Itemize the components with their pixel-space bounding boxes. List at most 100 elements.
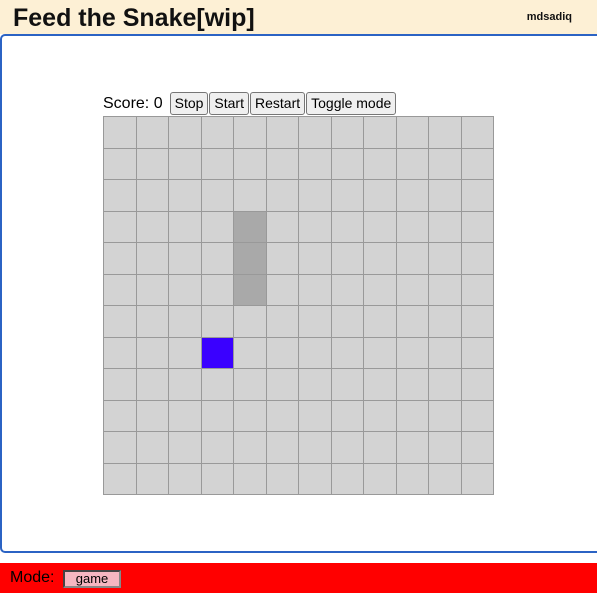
- grid-cell[interactable]: [331, 117, 364, 149]
- grid-cell[interactable]: [104, 369, 137, 401]
- grid-cell[interactable]: [331, 180, 364, 212]
- grid-cell[interactable]: [331, 243, 364, 275]
- grid-cell[interactable]: [136, 211, 169, 243]
- grid-cell[interactable]: [234, 337, 267, 369]
- grid-cell[interactable]: [169, 180, 202, 212]
- grid-cell[interactable]: [136, 274, 169, 306]
- grid-cell[interactable]: [136, 180, 169, 212]
- grid-cell[interactable]: [364, 148, 397, 180]
- grid-cell[interactable]: [201, 369, 234, 401]
- grid-cell[interactable]: [136, 369, 169, 401]
- grid-cell[interactable]: [396, 306, 429, 338]
- grid-cell[interactable]: [234, 148, 267, 180]
- grid-cell[interactable]: [364, 274, 397, 306]
- grid-cell[interactable]: [429, 306, 462, 338]
- grid-cell[interactable]: [331, 369, 364, 401]
- grid-cell[interactable]: [104, 243, 137, 275]
- grid-cell[interactable]: [136, 306, 169, 338]
- grid-cell[interactable]: [396, 337, 429, 369]
- grid-cell[interactable]: [429, 337, 462, 369]
- grid-cell[interactable]: [331, 274, 364, 306]
- grid-cell[interactable]: [169, 369, 202, 401]
- grid-cell[interactable]: [266, 243, 299, 275]
- grid-cell[interactable]: [461, 369, 494, 401]
- grid-cell[interactable]: [331, 148, 364, 180]
- grid-cell[interactable]: [429, 432, 462, 464]
- grid-cell[interactable]: [169, 337, 202, 369]
- grid-cell[interactable]: [136, 243, 169, 275]
- grid-cell[interactable]: [266, 148, 299, 180]
- grid-cell[interactable]: [136, 148, 169, 180]
- grid-cell[interactable]: [331, 211, 364, 243]
- grid-cell[interactable]: [299, 463, 332, 495]
- grid-cell[interactable]: [104, 337, 137, 369]
- grid-cell[interactable]: [429, 369, 462, 401]
- grid-cell[interactable]: [266, 180, 299, 212]
- grid-cell[interactable]: [234, 463, 267, 495]
- grid-cell[interactable]: [299, 243, 332, 275]
- grid-cell[interactable]: [331, 306, 364, 338]
- grid-cell[interactable]: [169, 243, 202, 275]
- grid-cell[interactable]: [136, 432, 169, 464]
- grid-cell[interactable]: [169, 211, 202, 243]
- grid-cell[interactable]: [299, 117, 332, 149]
- grid-cell[interactable]: [396, 463, 429, 495]
- grid-cell[interactable]: [299, 274, 332, 306]
- grid-cell[interactable]: [461, 463, 494, 495]
- grid-cell[interactable]: [201, 463, 234, 495]
- grid-cell[interactable]: [429, 211, 462, 243]
- grid-cell[interactable]: [104, 463, 137, 495]
- grid-cell[interactable]: [266, 400, 299, 432]
- grid-cell[interactable]: [364, 337, 397, 369]
- grid-cell[interactable]: [104, 117, 137, 149]
- grid-cell[interactable]: [169, 306, 202, 338]
- grid-cell[interactable]: [299, 211, 332, 243]
- grid-cell[interactable]: [396, 400, 429, 432]
- grid-cell[interactable]: [396, 180, 429, 212]
- grid-cell[interactable]: [396, 117, 429, 149]
- grid-cell[interactable]: [104, 180, 137, 212]
- grid-cell[interactable]: [136, 463, 169, 495]
- grid-cell[interactable]: [461, 432, 494, 464]
- grid-cell[interactable]: [104, 432, 137, 464]
- grid-cell[interactable]: [169, 432, 202, 464]
- start-button[interactable]: Start: [209, 92, 249, 115]
- toggle-mode-button[interactable]: Toggle mode: [306, 92, 397, 115]
- grid-cell[interactable]: [266, 463, 299, 495]
- grid-cell[interactable]: [266, 117, 299, 149]
- grid-cell[interactable]: [331, 400, 364, 432]
- grid-cell[interactable]: [266, 369, 299, 401]
- grid-cell[interactable]: [364, 117, 397, 149]
- grid-cell[interactable]: [429, 463, 462, 495]
- grid-cell[interactable]: [396, 243, 429, 275]
- grid-cell[interactable]: [461, 243, 494, 275]
- grid-cell[interactable]: [201, 211, 234, 243]
- grid-cell[interactable]: [364, 211, 397, 243]
- snake-segment[interactable]: [234, 243, 267, 275]
- grid-cell[interactable]: [429, 148, 462, 180]
- food-cell[interactable]: [201, 337, 234, 369]
- grid-cell[interactable]: [136, 117, 169, 149]
- grid-cell[interactable]: [364, 369, 397, 401]
- grid-cell[interactable]: [364, 400, 397, 432]
- grid-cell[interactable]: [429, 180, 462, 212]
- grid-cell[interactable]: [201, 400, 234, 432]
- grid-cell[interactable]: [234, 400, 267, 432]
- grid-cell[interactable]: [234, 180, 267, 212]
- grid-cell[interactable]: [364, 243, 397, 275]
- game-board[interactable]: [103, 116, 494, 495]
- grid-cell[interactable]: [299, 148, 332, 180]
- grid-cell[interactable]: [461, 148, 494, 180]
- grid-cell[interactable]: [266, 274, 299, 306]
- grid-cell[interactable]: [396, 274, 429, 306]
- grid-cell[interactable]: [364, 306, 397, 338]
- grid-cell[interactable]: [429, 243, 462, 275]
- grid-cell[interactable]: [299, 337, 332, 369]
- grid-cell[interactable]: [201, 117, 234, 149]
- grid-cell[interactable]: [266, 211, 299, 243]
- grid-cell[interactable]: [201, 243, 234, 275]
- grid-cell[interactable]: [429, 117, 462, 149]
- grid-cell[interactable]: [201, 274, 234, 306]
- grid-cell[interactable]: [364, 463, 397, 495]
- grid-cell[interactable]: [461, 306, 494, 338]
